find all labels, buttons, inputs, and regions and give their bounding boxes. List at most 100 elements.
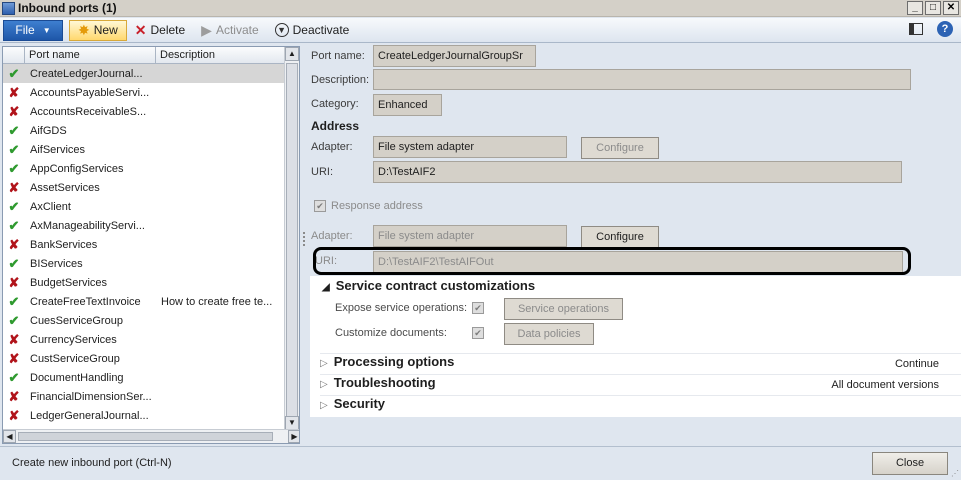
table-row[interactable]: ✔ DocumentHandling — [3, 368, 285, 387]
x-icon: ✘ — [8, 331, 20, 347]
h-scroll-thumb[interactable] — [18, 432, 273, 441]
minimize-button[interactable]: _ — [907, 1, 923, 15]
table-row[interactable]: ✘ FinancialDimensionSer... — [3, 387, 285, 406]
layout-icon[interactable] — [909, 23, 923, 35]
table-row[interactable]: ✘ AccountsPayableServi... — [3, 83, 285, 102]
response-configure-button[interactable]: Configure — [581, 226, 659, 248]
description-column-header[interactable]: Description — [156, 47, 286, 63]
data-policies-button[interactable]: Data policies — [504, 323, 594, 345]
troubleshooting-section[interactable]: ▷ Troubleshooting All document versions — [320, 374, 961, 394]
table-row[interactable]: ✔ AifGDS — [3, 121, 285, 140]
resize-grip-icon[interactable]: ⋰ — [951, 469, 959, 478]
port-name-cell: AppConfigServices — [30, 162, 124, 175]
configure-button[interactable]: Configure — [581, 137, 659, 159]
x-icon: ✘ — [8, 84, 20, 100]
port-name-cell: AifServices — [30, 143, 86, 156]
new-button[interactable]: ✸ New — [69, 19, 127, 41]
check-icon: ✔ — [8, 369, 20, 385]
check-icon: ✔ — [8, 217, 20, 233]
scroll-left-arrow-icon[interactable]: ◀ — [3, 430, 16, 443]
activate-button[interactable]: ▶ Activate — [193, 20, 266, 41]
activate-label: Activate — [215, 23, 259, 37]
table-row[interactable]: ✘ BudgetServices — [3, 273, 285, 292]
check-icon: ✔ — [8, 65, 20, 81]
maximize-button[interactable]: □ — [925, 1, 941, 15]
response-adapter-field[interactable]: File system adapter — [373, 225, 567, 247]
port-name-column-header[interactable]: Port name — [25, 47, 156, 63]
scroll-up-arrow-icon[interactable]: ▲ — [285, 47, 299, 61]
category-field[interactable]: Enhanced — [373, 94, 442, 116]
port-name-cell: AccountsReceivableS... — [30, 105, 147, 118]
title-bar: Inbound ports (1) _ □ ✕ — [0, 0, 961, 17]
chevron-down-icon: ▼ — [42, 25, 51, 35]
port-name-cell: FinancialDimensionSer... — [30, 390, 152, 403]
table-row[interactable]: ✘ BankServices — [3, 235, 285, 254]
uri-field[interactable]: D:\TestAIF2 — [373, 161, 902, 183]
service-contract-title: Service contract customizations — [335, 278, 536, 293]
response-adapter-label: Adapter: — [311, 230, 353, 242]
port-name-cell: BIServices — [30, 257, 83, 270]
table-row[interactable]: ✘ LedgerGeneralJournal... — [3, 406, 285, 425]
table-row[interactable]: ✔ CuesServiceGroup — [3, 311, 285, 330]
description-field[interactable] — [373, 69, 911, 90]
close-window-button[interactable]: ✕ — [943, 1, 959, 15]
port-name-cell: CurrencyServices — [30, 333, 117, 346]
security-section[interactable]: ▷ Security — [320, 395, 961, 415]
table-row[interactable]: ✔ AifServices — [3, 140, 285, 159]
status-column-header[interactable] — [3, 47, 25, 63]
port-name-cell: AxManageabilityServi... — [30, 219, 145, 232]
service-contract-header[interactable]: ◢ Service contract customizations — [322, 278, 535, 293]
x-icon: ✘ — [8, 179, 20, 195]
table-row[interactable]: ✔ AxManageabilityServi... — [3, 216, 285, 235]
expose-operations-checkbox[interactable]: ✔ — [472, 302, 484, 314]
customize-documents-row: Customize documents: ✔ — [335, 327, 484, 339]
service-operations-button[interactable]: Service operations — [504, 298, 623, 320]
new-label: New — [93, 23, 118, 37]
table-row[interactable]: ✘ AssetServices — [3, 178, 285, 197]
port-name-cell: DocumentHandling — [30, 371, 124, 384]
help-icon[interactable]: ? — [937, 21, 953, 37]
table-row[interactable]: ✘ CustServiceGroup — [3, 349, 285, 368]
response-address-label: Response address — [331, 200, 423, 212]
response-address-checkbox[interactable]: ✔ — [314, 200, 326, 212]
table-row[interactable]: ✘ CurrencyServices — [3, 330, 285, 349]
status-bar: Create new inbound port (Ctrl-N) Close ⋰ — [0, 446, 961, 480]
table-row[interactable]: ✔ BIServices — [3, 254, 285, 273]
close-button[interactable]: Close — [872, 452, 948, 475]
processing-options-section[interactable]: ▷ Processing options Continue — [320, 353, 961, 373]
table-row[interactable]: ✔ CreateLedgerJournal... — [3, 64, 285, 83]
deactivate-button[interactable]: ▼ Deactivate — [267, 20, 358, 41]
adapter-field[interactable]: File system adapter — [373, 136, 567, 158]
vertical-scrollbar[interactable]: ▲ ▼ — [284, 47, 299, 430]
port-name-cell: AifGDS — [30, 124, 67, 137]
horizontal-scrollbar[interactable]: ◀ ▶ — [3, 429, 299, 443]
port-name-cell: CuesServiceGroup — [30, 314, 123, 327]
processing-options-title: Processing options — [333, 354, 455, 369]
security-title: Security — [333, 396, 386, 411]
delete-button[interactable]: ✕ Delete — [127, 20, 193, 41]
table-row[interactable]: ✔ AppConfigServices — [3, 159, 285, 178]
response-address-row: ✔ Response address — [314, 200, 423, 212]
file-menu-button[interactable]: File ▼ — [3, 19, 63, 41]
processing-options-value: Continue — [894, 358, 939, 370]
port-name-cell: AxClient — [30, 200, 71, 213]
scroll-down-arrow-icon[interactable]: ▼ — [285, 416, 299, 430]
ports-list: ✔ CreateLedgerJournal... ✘ AccountsPayableS… — [3, 64, 285, 425]
troubleshooting-title: Troubleshooting — [333, 375, 436, 390]
uri-label: URI: — [311, 166, 333, 178]
table-row[interactable]: ✘ AccountsReceivableS... — [3, 102, 285, 121]
check-icon: ✔ — [8, 122, 20, 138]
category-label: Category: — [311, 98, 359, 110]
check-icon: ✔ — [8, 198, 20, 214]
table-row[interactable]: ✔ CreateFreeTextInvoice How to create free… — [3, 292, 285, 311]
collapsed-arrow-icon: ▷ — [320, 379, 328, 390]
check-icon: ✔ — [8, 141, 20, 157]
port-name-field[interactable]: CreateLedgerJournalGroupSr — [373, 45, 536, 67]
scroll-thumb[interactable] — [286, 63, 298, 417]
customize-documents-checkbox[interactable]: ✔ — [472, 327, 484, 339]
expanded-arrow-icon: ◢ — [322, 282, 330, 293]
port-name-label: Port name: — [311, 50, 365, 62]
table-row[interactable]: ✔ AxClient — [3, 197, 285, 216]
troubleshooting-value: All document versions — [831, 379, 939, 391]
scroll-right-arrow-icon[interactable]: ▶ — [288, 430, 299, 443]
